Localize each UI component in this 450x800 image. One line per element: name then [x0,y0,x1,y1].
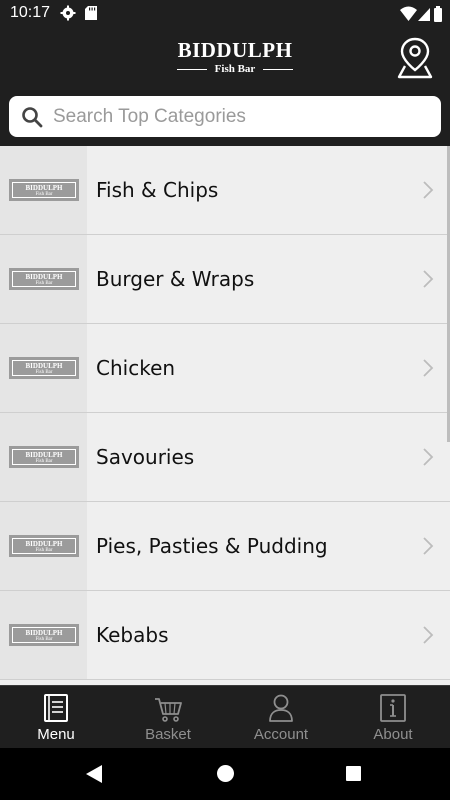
thumbnail-logo-subtitle: Fish Bar [35,281,53,286]
category-thumbnail: BIDDULPH Fish Bar [0,413,87,501]
category-row-chicken[interactable]: BIDDULPH Fish Bar Chicken [0,324,450,413]
thumbnail-logo-title: BIDDULPH [25,629,63,637]
category-row-kebabs[interactable]: BIDDULPH Fish Bar Kebabs [0,591,450,680]
category-row-savouries[interactable]: BIDDULPH Fish Bar Savouries [0,413,450,502]
thumbnail-logo-title: BIDDULPH [25,451,63,459]
tab-account[interactable]: Account [225,686,337,748]
logo-subtitle-row: Fish Bar [150,63,320,75]
thumbnail-logo-subtitle: Fish Bar [35,370,53,375]
recent-apps-icon[interactable] [346,766,361,781]
menu-book-icon [44,694,68,722]
tab-label: Menu [37,726,75,743]
battery-icon [434,6,442,22]
category-label: Pies, Pasties & Pudding [96,534,328,558]
tab-label: Account [253,726,309,743]
category-row-fish-chips[interactable]: BIDDULPH Fish Bar Fish & Chips [0,146,450,235]
category-row-pies-pasties-pudding[interactable]: BIDDULPH Fish Bar Pies, Pasties & Puddin… [0,502,450,591]
user-icon [269,694,293,722]
thumbnail-logo: BIDDULPH Fish Bar [9,624,79,646]
thumbnail-logo: BIDDULPH Fish Bar [9,357,79,379]
tab-about[interactable]: About [337,686,449,748]
thumbnail-logo-subtitle: Fish Bar [35,637,53,642]
chevron-right-icon [423,181,434,199]
status-bar: 10:17 [0,0,450,28]
logo-title: BIDDULPH [177,38,293,62]
category-label: Savouries [96,445,195,469]
tab-label: Basket [145,726,191,743]
category-list[interactable]: BIDDULPH Fish Bar Fish & Chips BIDDULPH … [0,146,450,685]
category-label: Kebabs [96,623,169,647]
tab-label: About [373,726,413,743]
category-thumbnail: BIDDULPH Fish Bar [0,502,87,590]
category-thumbnail: BIDDULPH Fish Bar [0,146,87,234]
thumbnail-logo-title: BIDDULPH [25,540,63,548]
logo-divider-right [263,68,294,70]
sd-card-icon [85,6,97,20]
map-pin-icon[interactable] [396,36,434,80]
search-box[interactable] [9,96,441,137]
info-icon [380,694,406,722]
home-icon[interactable] [217,765,234,782]
thumbnail-logo-subtitle: Fish Bar [35,459,53,464]
category-thumbnail: BIDDULPH Fish Bar [0,235,87,323]
thumbnail-logo: BIDDULPH Fish Bar [9,535,79,557]
thumbnail-logo-title: BIDDULPH [25,184,63,192]
chevron-right-icon [423,270,434,288]
thumbnail-logo-title: BIDDULPH [25,362,63,370]
category-label: Fish & Chips [96,178,219,202]
cart-icon [155,698,182,722]
chevron-right-icon [423,626,434,644]
status-time: 10:17 [10,4,51,21]
thumbnail-logo: BIDDULPH Fish Bar [9,446,79,468]
tab-menu[interactable]: Menu [0,686,112,748]
category-row-burger-wraps[interactable]: BIDDULPH Fish Bar Burger & Wraps [0,235,450,324]
logo-subtitle: Fish Bar [214,63,256,75]
category-thumbnail: BIDDULPH Fish Bar [0,591,87,679]
chevron-right-icon [423,537,434,555]
chevron-right-icon [423,359,434,377]
category-label: Chicken [96,356,176,380]
status-indicators [400,6,442,22]
search-bar-container [0,90,450,146]
bottom-tab-bar: Menu Basket Account About [0,685,450,748]
category-label: Burger & Wraps [96,267,255,291]
thumbnail-logo: BIDDULPH Fish Bar [9,268,79,290]
signal-icon [418,8,430,21]
system-nav-bar [0,748,450,800]
chevron-right-icon [423,448,434,466]
gear-icon [60,5,76,21]
thumbnail-logo-title: BIDDULPH [25,273,63,281]
search-input[interactable] [53,96,433,137]
app-header: BIDDULPH Fish Bar [0,28,450,90]
wifi-icon [400,6,417,21]
tab-basket[interactable]: Basket [112,686,224,748]
logo-divider-left [176,68,207,70]
back-icon[interactable] [84,764,104,784]
search-icon [22,107,43,128]
category-thumbnail: BIDDULPH Fish Bar [0,324,87,412]
thumbnail-logo-subtitle: Fish Bar [35,192,53,197]
brand-logo: BIDDULPH Fish Bar [150,38,320,78]
thumbnail-logo: BIDDULPH Fish Bar [9,179,79,201]
thumbnail-logo-subtitle: Fish Bar [35,548,53,553]
